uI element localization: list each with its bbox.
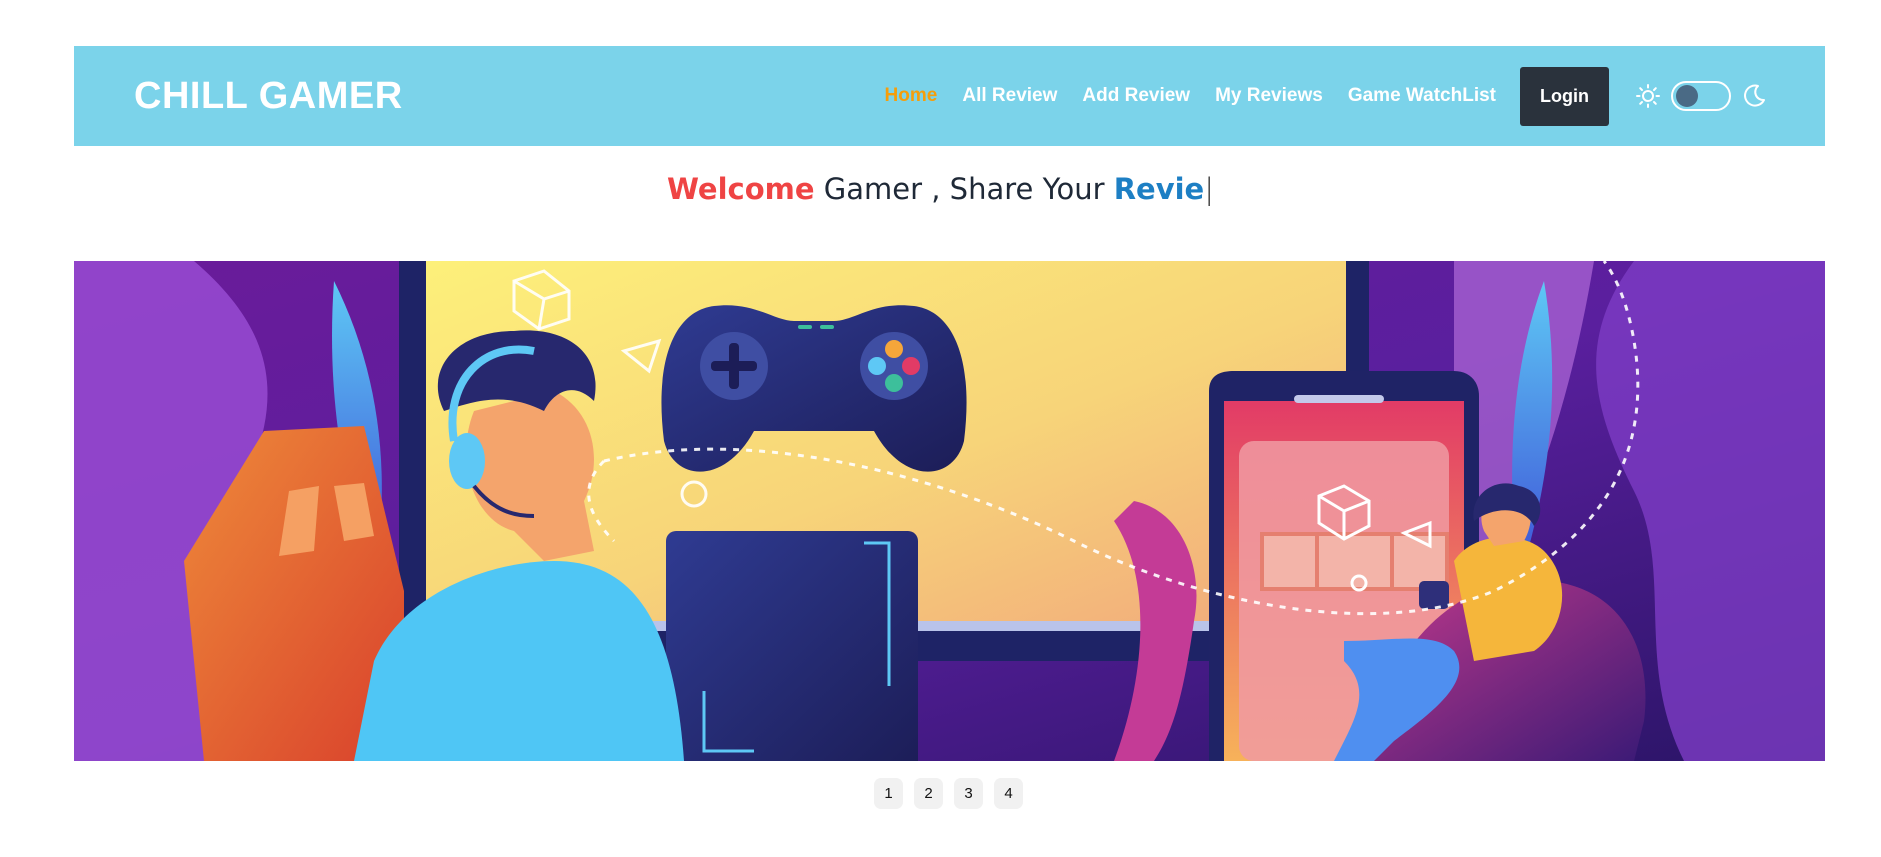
login-button[interactable]: Login [1520, 66, 1609, 126]
nav-link-add-review[interactable]: Add Review [1082, 85, 1190, 107]
theme-switcher [1635, 81, 1767, 111]
nav-links: Home All Review Add Review My Reviews Ga… [885, 85, 1496, 107]
toggle-knob [1676, 85, 1698, 107]
headline-review: Revie [1113, 172, 1205, 206]
headline-welcome: Welcome [666, 172, 815, 206]
carousel-page-3[interactable]: 3 [954, 778, 983, 809]
carousel-page-1[interactable]: 1 [874, 778, 903, 809]
typing-cursor: | [1204, 172, 1215, 206]
brand-logo[interactable]: CHILL GAMER [134, 75, 403, 118]
welcome-headline: Welcome Gamer , Share Your Revie| [0, 172, 1881, 206]
carousel-pagination: 1 2 3 4 [874, 778, 1023, 809]
theme-toggle[interactable] [1671, 81, 1731, 111]
hero-banner-image [74, 261, 1825, 761]
nav-link-all-review[interactable]: All Review [962, 85, 1057, 107]
nav-link-my-reviews[interactable]: My Reviews [1215, 85, 1323, 107]
sun-icon [1635, 83, 1661, 109]
nav-link-game-watchlist[interactable]: Game WatchList [1348, 85, 1496, 107]
carousel-page-4[interactable]: 4 [994, 778, 1023, 809]
headline-middle: Gamer , Share Your [814, 172, 1114, 206]
nav-right: Home All Review Add Review My Reviews Ga… [885, 66, 1767, 126]
navbar: CHILL GAMER Home All Review Add Review M… [74, 46, 1825, 146]
carousel-page-2[interactable]: 2 [914, 778, 943, 809]
moon-icon [1741, 83, 1767, 109]
nav-link-home[interactable]: Home [885, 85, 938, 107]
